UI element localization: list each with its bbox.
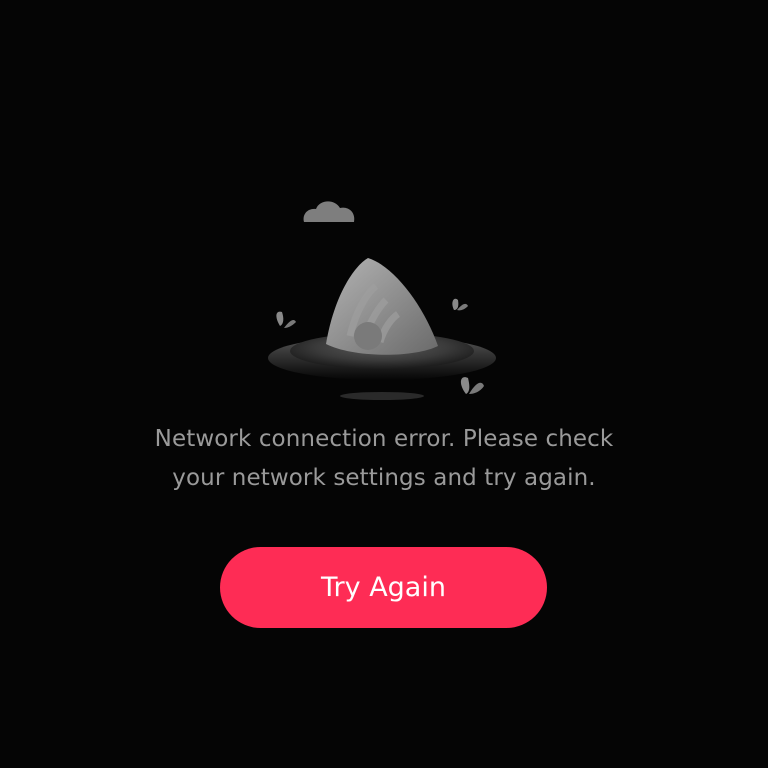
leaf-icon bbox=[276, 311, 296, 328]
error-message-line-2: your network settings and try again. bbox=[172, 465, 596, 491]
network-error-illustration bbox=[264, 186, 504, 406]
leaf-icon bbox=[452, 298, 468, 311]
try-again-button[interactable]: Try Again bbox=[220, 547, 547, 628]
wifi-icon bbox=[326, 258, 438, 355]
error-message-line-1: Network connection error. Please check bbox=[154, 426, 614, 452]
leaf-icon bbox=[460, 377, 484, 394]
error-message: Network connection error. Please check y… bbox=[84, 420, 684, 498]
network-error-screen: Network connection error. Please check y… bbox=[0, 0, 768, 768]
cloud-icon bbox=[303, 201, 355, 222]
